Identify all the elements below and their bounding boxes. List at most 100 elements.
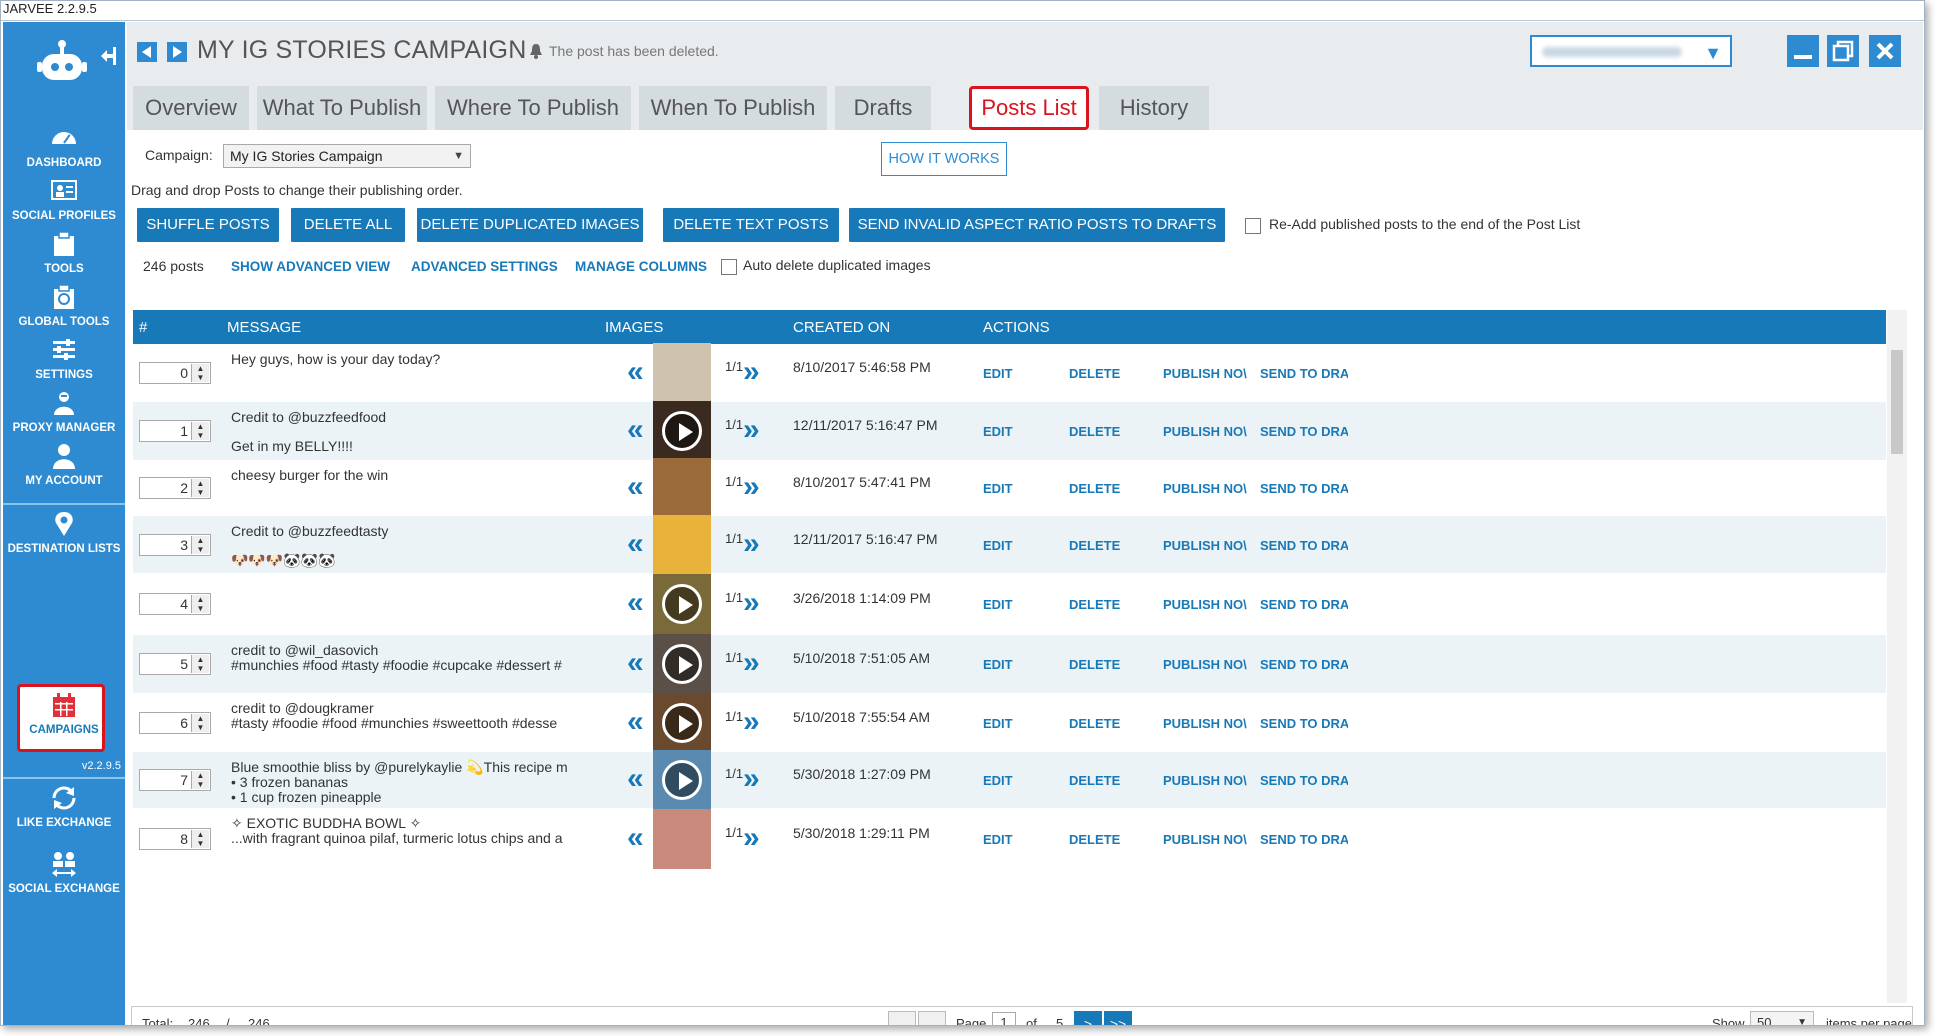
table-row[interactable]: 1 ▲ ▼ Credit to @buzzfeedfood Get in my BELL…: [133, 401, 1886, 461]
publish-now-button[interactable]: PUBLISH NO\: [1163, 481, 1249, 496]
stepper-arrows-icon[interactable]: ▲ ▼: [191, 714, 209, 732]
tab-where-to-publish[interactable]: Where To Publish: [435, 86, 631, 130]
table-row[interactable]: 5 ▲ ▼ credit to @wil_dasovich #munchies #foo…: [133, 634, 1886, 694]
campaign-select[interactable]: My IG Stories Campaign ▼: [223, 144, 471, 168]
next-page-button[interactable]: >: [1074, 1011, 1102, 1025]
next-image-icon[interactable]: »: [743, 470, 760, 504]
advanced-settings-link[interactable]: ADVANCED SETTINGS: [411, 259, 558, 274]
delete-button[interactable]: DELETE: [1069, 716, 1120, 731]
previous-image-icon[interactable]: «: [627, 470, 644, 504]
next-image-icon[interactable]: »: [743, 586, 760, 620]
send-to-drafts-button[interactable]: SEND TO DRA: [1260, 716, 1348, 731]
table-row[interactable]: 4 ▲ ▼ « 1/1» 3/26/2018 1:14:09 PM EDIT DELETE PU…: [133, 573, 1886, 635]
delete-button[interactable]: DELETE: [1069, 538, 1120, 553]
edit-button[interactable]: EDIT: [983, 716, 1013, 731]
order-stepper[interactable]: 3 ▲ ▼: [139, 534, 211, 556]
sidebar-item-like-exchange[interactable]: LIKE EXCHANGE: [3, 782, 125, 844]
how-it-works-button[interactable]: HOW IT WORKS: [881, 142, 1007, 176]
next-image-icon[interactable]: »: [743, 705, 760, 739]
publish-now-button[interactable]: PUBLISH NO\: [1163, 773, 1249, 788]
send-to-drafts-button[interactable]: SEND TO DRA: [1260, 481, 1348, 496]
tab-what-to-publish[interactable]: What To Publish: [257, 86, 427, 130]
previous-image-icon[interactable]: «: [627, 646, 644, 680]
edit-button[interactable]: EDIT: [983, 538, 1013, 553]
delete-all-button[interactable]: DELETE ALL: [291, 208, 405, 242]
scrollbar-thumb[interactable]: [1891, 350, 1903, 454]
table-row[interactable]: 3 ▲ ▼ Credit to @buzzfeedtasty 🐶🐶🐶🐼🐼🐼 « 1/1» 12…: [133, 515, 1886, 575]
next-image-icon[interactable]: »: [743, 762, 760, 796]
back-button[interactable]: [137, 42, 157, 62]
edit-button[interactable]: EDIT: [983, 773, 1013, 788]
delete-button[interactable]: DELETE: [1069, 481, 1120, 496]
edit-button[interactable]: EDIT: [983, 424, 1013, 439]
stepper-arrows-icon[interactable]: ▲ ▼: [191, 655, 209, 673]
publish-now-button[interactable]: PUBLISH NO\: [1163, 832, 1249, 847]
send-to-drafts-button[interactable]: SEND TO DRA: [1260, 832, 1348, 847]
publish-now-button[interactable]: PUBLISH NO\: [1163, 597, 1249, 612]
order-stepper[interactable]: 2 ▲ ▼: [139, 477, 211, 499]
publish-now-button[interactable]: PUBLISH NO\: [1163, 538, 1249, 553]
readd-published-checkbox[interactable]: [1245, 218, 1261, 234]
show-advanced-view-link[interactable]: SHOW ADVANCED VIEW: [231, 259, 390, 274]
forward-button[interactable]: [167, 42, 187, 62]
order-stepper[interactable]: 6 ▲ ▼: [139, 712, 211, 734]
next-image-icon[interactable]: »: [743, 413, 760, 447]
sidebar-item-my-account[interactable]: MY ACCOUNT: [3, 440, 125, 502]
edit-button[interactable]: EDIT: [983, 366, 1013, 381]
send-to-drafts-button[interactable]: SEND TO DRA: [1260, 773, 1348, 788]
close-button[interactable]: [1869, 35, 1901, 67]
minimize-button[interactable]: [1787, 35, 1819, 67]
order-stepper[interactable]: 4 ▲ ▼: [139, 593, 211, 615]
tab-posts-list[interactable]: Posts List: [969, 86, 1089, 130]
publish-now-button[interactable]: PUBLISH NO\: [1163, 366, 1249, 381]
send-to-drafts-button[interactable]: SEND TO DRA: [1260, 366, 1348, 381]
table-row[interactable]: 0 ▲ ▼ Hey guys, how is your day today? « 1/1»…: [133, 343, 1886, 403]
delete-button[interactable]: DELETE: [1069, 832, 1120, 847]
logout-icon[interactable]: [99, 44, 123, 68]
table-row[interactable]: 7 ▲ ▼ Blue smoothie bliss by @purelykaylie …: [133, 750, 1886, 810]
delete-button[interactable]: DELETE: [1069, 424, 1120, 439]
previous-image-icon[interactable]: «: [627, 586, 644, 620]
auto-delete-duplicated-checkbox[interactable]: [721, 259, 737, 275]
next-image-icon[interactable]: »: [743, 527, 760, 561]
order-stepper[interactable]: 5 ▲ ▼: [139, 653, 211, 675]
previous-image-icon[interactable]: «: [627, 821, 644, 855]
stepper-arrows-icon[interactable]: ▲ ▼: [191, 595, 209, 613]
next-image-icon[interactable]: »: [743, 355, 760, 389]
manage-columns-link[interactable]: MANAGE COLUMNS: [575, 259, 707, 274]
next-image-icon[interactable]: »: [743, 646, 760, 680]
delete-button[interactable]: DELETE: [1069, 366, 1120, 381]
page-input[interactable]: 1: [992, 1012, 1016, 1025]
order-stepper[interactable]: 1 ▲ ▼: [139, 420, 211, 442]
delete-text-posts-button[interactable]: DELETE TEXT POSTS: [663, 208, 839, 242]
table-row[interactable]: 8 ▲ ▼ ✧ EXOTIC BUDDHA BOWL ✧ ...with fragran…: [133, 808, 1886, 870]
order-stepper[interactable]: 0 ▲ ▼: [139, 362, 211, 384]
publish-now-button[interactable]: PUBLISH NO\: [1163, 424, 1249, 439]
edit-button[interactable]: EDIT: [983, 481, 1013, 496]
tab-history[interactable]: History: [1099, 86, 1209, 130]
sidebar-item-social-exchange[interactable]: SOCIAL EXCHANGE: [3, 848, 125, 910]
table-row[interactable]: 6 ▲ ▼ credit to @dougkramer #tasty #foodie #…: [133, 693, 1886, 753]
delete-button[interactable]: DELETE: [1069, 773, 1120, 788]
order-stepper[interactable]: 8 ▲ ▼: [139, 828, 211, 850]
order-stepper[interactable]: 7 ▲ ▼: [139, 769, 211, 791]
previous-image-icon[interactable]: «: [627, 762, 644, 796]
table-row[interactable]: 2 ▲ ▼ cheesy burger for the win « 1/1» 8/10/20…: [133, 458, 1886, 518]
previous-image-icon[interactable]: «: [627, 527, 644, 561]
stepper-arrows-icon[interactable]: ▲ ▼: [191, 479, 209, 497]
sidebar-item-destination-lists[interactable]: DESTINATION LISTS: [3, 508, 125, 570]
tab-when-to-publish[interactable]: When To Publish: [639, 86, 827, 130]
previous-image-icon[interactable]: «: [627, 355, 644, 389]
restore-button[interactable]: [1827, 35, 1859, 67]
tab-overview[interactable]: Overview: [133, 86, 249, 130]
account-dropdown[interactable]: ▼: [1530, 35, 1732, 67]
shuffle-posts-button[interactable]: SHUFFLE POSTS: [137, 208, 279, 242]
items-per-page-select[interactable]: 50 ▼: [1750, 1011, 1814, 1025]
delete-duplicated-images-button[interactable]: DELETE DUPLICATED IMAGES: [417, 208, 643, 242]
stepper-arrows-icon[interactable]: ▲ ▼: [191, 536, 209, 554]
delete-button[interactable]: DELETE: [1069, 657, 1120, 672]
stepper-arrows-icon[interactable]: ▲ ▼: [191, 422, 209, 440]
previous-image-icon[interactable]: «: [627, 705, 644, 739]
send-to-drafts-button[interactable]: SEND TO DRA: [1260, 597, 1348, 612]
stepper-arrows-icon[interactable]: ▲ ▼: [191, 830, 209, 848]
